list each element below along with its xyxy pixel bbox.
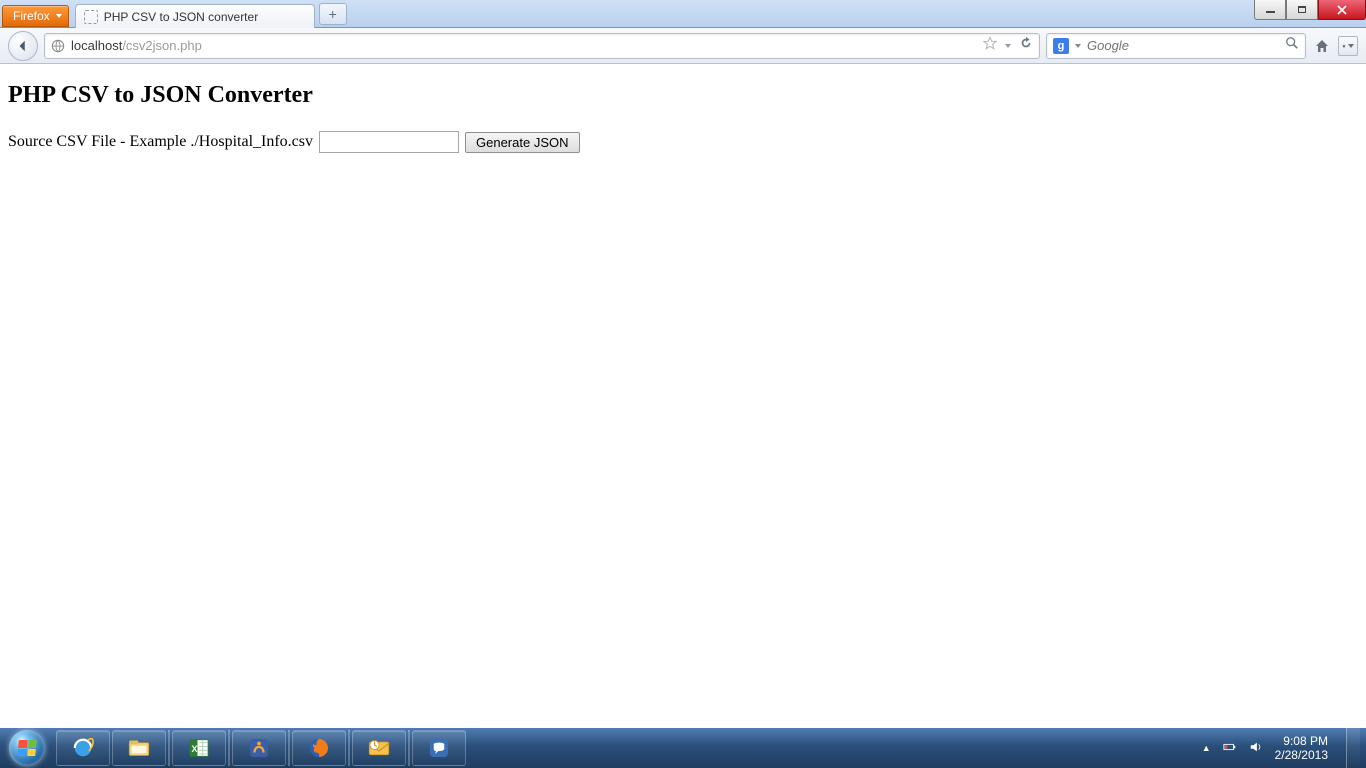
firefox-menu-label: Firefox [13, 9, 50, 23]
system-tray: ▲ 9:08 PM 2/28/2013 [1202, 728, 1362, 768]
reload-button[interactable] [1019, 36, 1033, 55]
bookmarks-menu-button[interactable] [1338, 36, 1358, 56]
tray-battery-icon[interactable] [1223, 740, 1237, 757]
tray-clock[interactable]: 9:08 PM 2/28/2013 [1275, 734, 1328, 762]
new-tab-button[interactable]: + [319, 3, 347, 25]
page-heading: PHP CSV to JSON Converter [8, 82, 1358, 109]
taskbar-items: X [56, 730, 466, 766]
taskbar-item-excel[interactable]: X [172, 730, 226, 766]
chevron-down-icon[interactable] [1005, 44, 1011, 48]
taskbar-item-ie[interactable] [56, 730, 110, 766]
generate-json-button[interactable]: Generate JSON [465, 132, 580, 153]
csv-path-input[interactable] [319, 131, 459, 153]
search-bar[interactable]: g [1046, 33, 1306, 59]
taskbar-divider [228, 730, 230, 766]
show-desktop-button[interactable] [1346, 728, 1360, 768]
chevron-down-icon[interactable] [1075, 44, 1081, 48]
search-input[interactable] [1087, 38, 1279, 53]
tab-title: PHP CSV to JSON converter [104, 10, 259, 24]
url-bar[interactable]: localhost/csv2json.php [44, 33, 1040, 59]
window-controls [1254, 0, 1366, 20]
globe-icon [51, 39, 65, 53]
tray-time: 9:08 PM [1275, 734, 1328, 748]
tab-favicon-icon [84, 10, 98, 24]
tray-show-hidden-icon[interactable]: ▲ [1202, 743, 1211, 753]
start-button[interactable] [4, 728, 50, 768]
form-label: Source CSV File - Example ./Hospital_Inf… [8, 133, 313, 151]
arrow-left-icon [16, 39, 30, 53]
taskbar-divider [288, 730, 290, 766]
taskbar-divider [408, 730, 410, 766]
tray-volume-icon[interactable] [1249, 740, 1263, 757]
url-host: localhost [71, 38, 122, 53]
csv-form: Source CSV File - Example ./Hospital_Inf… [8, 131, 1358, 153]
taskbar-divider [168, 730, 170, 766]
taskbar-item-explorer[interactable] [112, 730, 166, 766]
url-path: /csv2json.php [122, 38, 202, 53]
browser-tab-active[interactable]: PHP CSV to JSON converter [75, 4, 315, 28]
windows-taskbar: X ▲ 9:08 PM 2/28/2013 [0, 728, 1366, 768]
page-content: PHP CSV to JSON Converter Source CSV Fil… [0, 64, 1366, 728]
back-button[interactable] [8, 31, 38, 61]
bookmark-star-icon[interactable] [983, 36, 997, 55]
taskbar-divider [348, 730, 350, 766]
tray-date: 2/28/2013 [1275, 748, 1328, 762]
taskbar-item-outlook[interactable] [352, 730, 406, 766]
window-minimize-button[interactable] [1254, 0, 1286, 20]
search-submit-button[interactable] [1285, 36, 1299, 55]
firefox-menu-button[interactable]: Firefox [2, 5, 69, 27]
taskbar-item-chat[interactable] [412, 730, 466, 766]
chevron-down-icon [1348, 44, 1354, 48]
taskbar-item-firefox[interactable] [292, 730, 346, 766]
window-close-button[interactable] [1318, 0, 1366, 20]
svg-text:X: X [192, 744, 198, 754]
windows-logo-icon [9, 730, 45, 766]
home-button[interactable] [1312, 36, 1332, 56]
url-text: localhost/csv2json.php [71, 38, 977, 53]
window-maximize-button[interactable] [1286, 0, 1318, 20]
chevron-down-icon [56, 14, 62, 18]
search-engine-icon: g [1053, 38, 1069, 54]
browser-tabstrip: Firefox PHP CSV to JSON converter + [0, 0, 1366, 28]
plus-icon: + [329, 6, 337, 22]
taskbar-item-app1[interactable] [232, 730, 286, 766]
browser-navbar: localhost/csv2json.php g [0, 28, 1366, 64]
